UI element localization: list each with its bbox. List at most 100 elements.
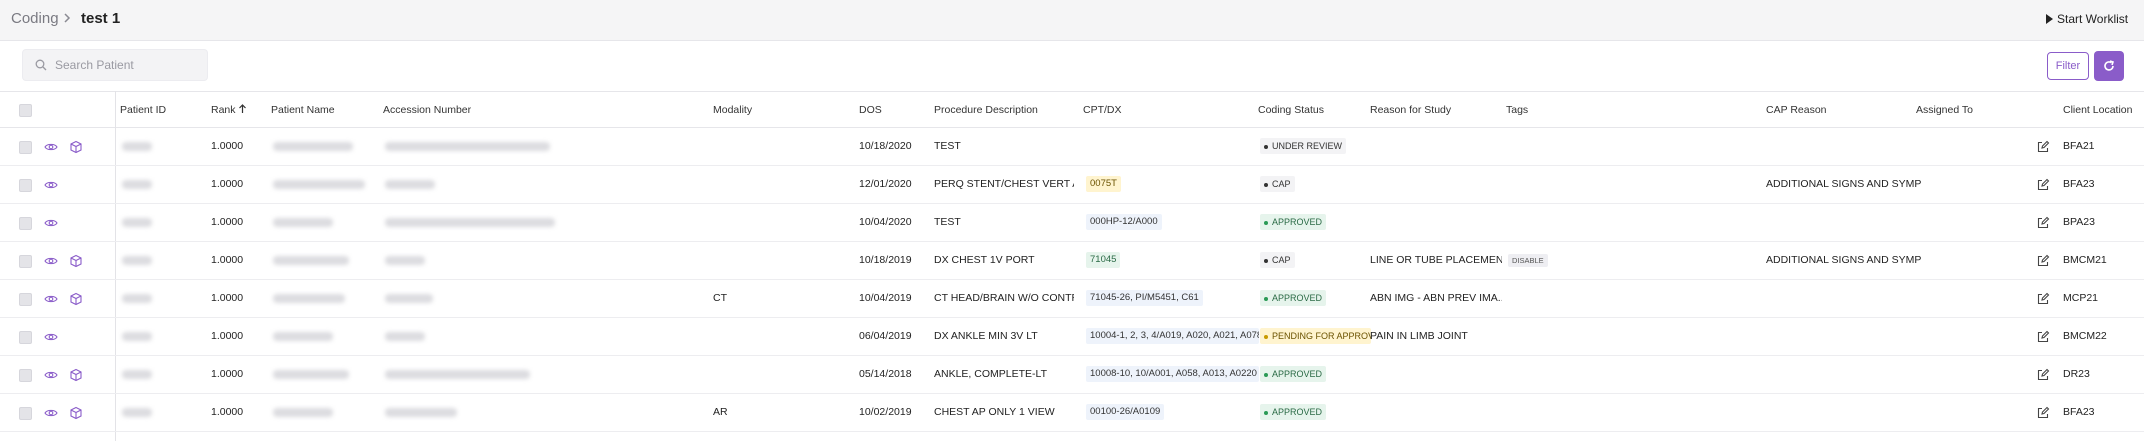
cube-icon[interactable]: [69, 140, 83, 154]
sort-ascending-icon[interactable]: [238, 104, 247, 114]
status-dot: [1264, 296, 1268, 301]
search-box[interactable]: [22, 49, 208, 81]
procedure-cell: TEST: [934, 216, 961, 228]
patient-name-redacted: [273, 408, 333, 417]
table-row[interactable]: 1.0000 06/04/2019 DX ANKLE MIN 3V LT 10004-…: [0, 318, 2144, 356]
eye-icon[interactable]: [44, 406, 58, 420]
row-checkbox[interactable]: [19, 331, 32, 344]
table-row[interactable]: 1.0000 05/14/2018 ANKLE, COMPLETE-LT 10008-…: [0, 356, 2144, 394]
coding-status-badge: PENDING FOR APPROVAL: [1260, 328, 1371, 344]
eye-icon[interactable]: [44, 254, 58, 268]
filter-button[interactable]: Filter: [2047, 52, 2089, 80]
col-patient-name[interactable]: Patient Name: [271, 104, 335, 116]
accession-number-redacted: [385, 142, 550, 151]
patient-name-redacted: [273, 256, 349, 265]
procedure-cell: DX CHEST 1V PORT: [934, 254, 1035, 266]
col-cpt-dx[interactable]: CPT/DX: [1083, 104, 1122, 116]
dos-cell: 06/04/2019: [859, 330, 912, 342]
breadcrumb-root[interactable]: Coding: [11, 10, 59, 27]
cube-icon[interactable]: [69, 368, 83, 382]
edit-icon[interactable]: [2036, 330, 2050, 344]
row-checkbox[interactable]: [19, 141, 32, 154]
client-location-cell: BPA23: [2063, 216, 2095, 228]
row-checkbox[interactable]: [19, 255, 32, 268]
search-icon: [35, 59, 47, 71]
col-rank[interactable]: Rank: [211, 104, 236, 116]
status-dot: [1264, 258, 1268, 263]
table-row[interactable]: 1.0000 12/01/2020 PERQ STENT/CHEST VERT AR…: [0, 166, 2144, 204]
client-location-cell: DR23: [2063, 368, 2090, 380]
coding-status-label: APPROVED: [1272, 217, 1323, 227]
col-cap-reason[interactable]: CAP Reason: [1766, 104, 1827, 116]
edit-icon[interactable]: [2036, 216, 2050, 230]
patient-name-redacted: [273, 332, 333, 341]
edit-icon[interactable]: [2036, 254, 2050, 268]
col-modality[interactable]: Modality: [713, 104, 752, 116]
coding-status-badge: APPROVED: [1260, 214, 1327, 230]
status-dot: [1264, 372, 1268, 377]
row-checkbox[interactable]: [19, 217, 32, 230]
eye-icon[interactable]: [44, 178, 58, 192]
refresh-button[interactable]: [2094, 51, 2124, 81]
edit-icon[interactable]: [2036, 140, 2050, 154]
edit-icon[interactable]: [2036, 292, 2050, 306]
table-row[interactable]: 1.0000 AR 10/02/2019 CHEST AP ONLY 1 VIEW 00…: [0, 394, 2144, 432]
select-all-checkbox[interactable]: [19, 104, 32, 117]
table-row[interactable]: 1.0000 10/18/2020 TEST UNDER REVIEW BFA21: [0, 128, 2144, 166]
col-procedure-description[interactable]: Procedure Description: [934, 104, 1038, 116]
dos-cell: 10/02/2019: [859, 406, 912, 418]
table-row[interactable]: 1.0000 10/04/2020 TEST 000HP-12/A000 APPROVE…: [0, 204, 2144, 242]
col-coding-status[interactable]: Coding Status: [1258, 104, 1324, 116]
eye-icon[interactable]: [44, 216, 58, 230]
cube-icon[interactable]: [69, 254, 83, 268]
procedure-cell: PERQ STENT/CHEST VERT ART: [934, 178, 1074, 190]
coding-status-badge: CAP: [1260, 176, 1295, 192]
col-assigned-to[interactable]: Assigned To: [1916, 104, 1973, 116]
cube-icon[interactable]: [69, 406, 83, 420]
coding-status-badge: APPROVED: [1260, 366, 1327, 382]
dos-cell: 12/01/2020: [859, 178, 912, 190]
edit-icon[interactable]: [2036, 406, 2050, 420]
coding-status-badge: UNDER REVIEW: [1260, 138, 1347, 154]
col-reason-for-study[interactable]: Reason for Study: [1370, 104, 1451, 116]
cpt-chip: 71045-26, PI/M5451, C61: [1086, 290, 1203, 306]
accession-number-redacted: [385, 370, 530, 379]
status-dot: [1264, 410, 1268, 415]
refresh-icon: [2104, 60, 2115, 71]
col-patient-id[interactable]: Patient ID: [120, 104, 166, 116]
patient-id-redacted: [122, 142, 152, 151]
eye-icon[interactable]: [44, 330, 58, 344]
procedure-cell: ANKLE, COMPLETE-LT: [934, 368, 1047, 380]
patient-id-redacted: [122, 180, 152, 189]
edit-icon[interactable]: [2036, 368, 2050, 382]
rank-cell: 1.0000: [211, 292, 244, 304]
edit-icon[interactable]: [2036, 178, 2050, 192]
row-checkbox[interactable]: [19, 369, 32, 382]
col-tags[interactable]: Tags: [1506, 104, 1528, 116]
rank-cell: 1.0000: [211, 406, 244, 418]
eye-icon[interactable]: [44, 368, 58, 382]
search-input[interactable]: [53, 57, 207, 73]
reason-cell: ABN IMG - ABN PREV IMA...: [1370, 292, 1502, 304]
row-checkbox[interactable]: [19, 293, 32, 306]
table-row[interactable]: 1.0000 10/18/2019 DX CHEST 1V PORT 71045 CAP…: [0, 242, 2144, 280]
procedure-cell: TEST: [934, 140, 961, 152]
rank-cell: 1.0000: [211, 368, 244, 380]
status-dot: [1264, 144, 1268, 149]
row-checkbox[interactable]: [19, 407, 32, 420]
rank-cell: 1.0000: [211, 216, 244, 228]
col-dos[interactable]: DOS: [859, 104, 882, 116]
cube-icon[interactable]: [69, 292, 83, 306]
start-worklist-button[interactable]: Start Worklist: [2046, 12, 2128, 26]
col-client-location[interactable]: Client Location: [2063, 104, 2139, 116]
table-row[interactable]: 1.0000 CT 10/04/2019 CT HEAD/BRAIN W/O CONT…: [0, 280, 2144, 318]
client-location-cell: BFA23: [2063, 406, 2095, 418]
row-checkbox[interactable]: [19, 179, 32, 192]
col-accession-number[interactable]: Accession Number: [383, 104, 471, 116]
patient-name-redacted: [273, 142, 353, 151]
accession-number-redacted: [385, 218, 555, 227]
status-dot: [1264, 334, 1268, 339]
patient-id-redacted: [122, 332, 152, 341]
eye-icon[interactable]: [44, 140, 58, 154]
eye-icon[interactable]: [44, 292, 58, 306]
